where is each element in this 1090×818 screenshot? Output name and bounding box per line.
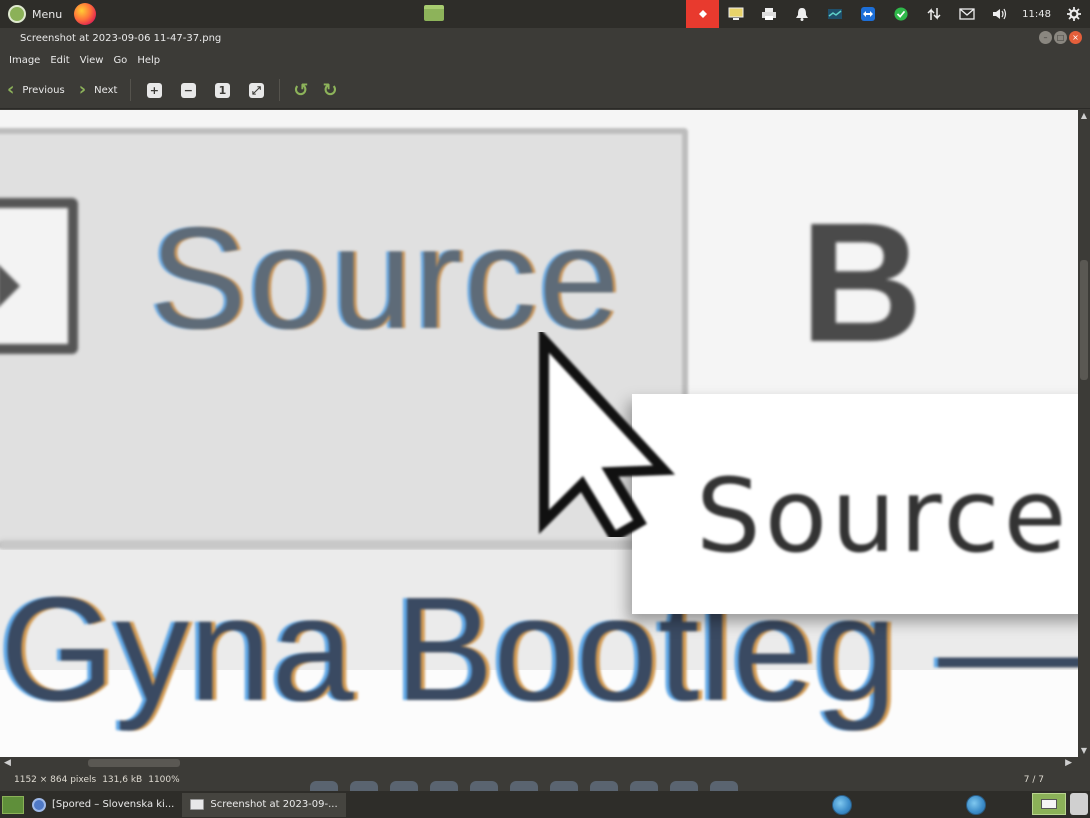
status-dimensions: 1152 × 864 pixels: [14, 775, 97, 785]
window-controls: – □ ×: [1039, 31, 1082, 44]
statusbar: 1152 × 864 pixels 131,6 kB 1100% 7 / 7: [0, 769, 1090, 793]
window-title-bar[interactable]: Screenshot at 2023-09-06 11-47-37.png – …: [0, 28, 1090, 49]
printer-icon[interactable]: [752, 0, 785, 28]
minimize-button[interactable]: –: [1039, 31, 1052, 44]
best-fit-button[interactable]: ⤢: [246, 80, 266, 100]
scroll-up-arrow-icon[interactable]: ▲: [1080, 112, 1088, 120]
image-source-text: Source: [150, 197, 622, 359]
vertical-scroll-thumb[interactable]: [1080, 260, 1088, 380]
firefox-launcher-icon[interactable]: [74, 3, 97, 25]
scroll-right-arrow-icon[interactable]: ▶: [1065, 758, 1072, 768]
teamviewer-icon[interactable]: [851, 0, 884, 28]
menubar: Image Edit View Go Help: [0, 49, 1090, 71]
monitor-graph-icon[interactable]: [818, 0, 851, 28]
mail-envelope-icon[interactable]: [950, 0, 983, 28]
volume-speaker-icon[interactable]: [983, 0, 1016, 28]
menu-edit[interactable]: Edit: [45, 55, 74, 66]
mint-logo-icon: [8, 5, 26, 23]
image-viewer-icon: [190, 799, 205, 810]
menu-help[interactable]: Help: [132, 55, 165, 66]
notifications-bell-icon[interactable]: [785, 0, 818, 28]
mouse-pointer-icon: [539, 332, 676, 537]
menu-view[interactable]: View: [75, 55, 109, 66]
display-icon[interactable]: [719, 0, 752, 28]
network-transfer-icon[interactable]: [917, 0, 950, 28]
toolbar-separator: [130, 79, 132, 101]
main-menu-label: Menu: [32, 7, 63, 21]
status-info: 1152 × 864 pixels 131,6 kB 1100%: [14, 775, 180, 785]
image-source-document-icon: [0, 198, 78, 354]
status-file-size: 131,6 kB: [102, 775, 143, 785]
previous-button[interactable]: ‹ Previous: [0, 75, 72, 105]
taskbar-item-label: [Spored – Slovenska ki...: [52, 799, 175, 810]
zoom-in-icon: +: [146, 82, 162, 98]
zoom-out-icon: −: [180, 82, 196, 98]
network-globe-icon[interactable]: [966, 795, 986, 815]
bottom-panel: [Spored – Slovenska ki... Screenshot at …: [0, 791, 1090, 818]
next-button[interactable]: › Next: [72, 75, 125, 105]
dock-peek: [310, 781, 738, 793]
taskbar-item-browser[interactable]: [Spored – Slovenska ki...: [24, 793, 182, 817]
toolbar: ‹ Previous › Next + − 1 ⤢ ↺ ↻: [0, 72, 1090, 109]
taskbar-item-label: Screenshot at 2023-09-...: [210, 799, 338, 810]
maximize-button[interactable]: □: [1054, 31, 1067, 44]
image-tooltip-text: Source: [696, 457, 1071, 576]
previous-label: Previous: [22, 84, 65, 96]
toolbar-separator-2: [279, 79, 281, 101]
normal-size-button[interactable]: 1: [212, 80, 232, 100]
rotate-left-button[interactable]: ↺: [293, 80, 308, 101]
normal-size-icon: 1: [214, 82, 230, 98]
chevron-right-icon: ›: [78, 79, 87, 100]
image-bold-letter: B: [800, 188, 923, 378]
shutdown-gear-icon[interactable]: [1057, 0, 1090, 28]
network-globe-icon[interactable]: [832, 795, 852, 815]
image-tooltip: Source: [632, 394, 1078, 614]
vertical-scrollbar[interactable]: ▲ ▼: [1078, 110, 1090, 757]
anydesk-icon[interactable]: [686, 0, 720, 28]
main-menu-button[interactable]: Menu: [0, 0, 70, 28]
workspace-icon: [1041, 799, 1057, 809]
chromium-icon: [32, 797, 46, 812]
status-position: 7 / 7: [1023, 775, 1044, 785]
zoom-out-button[interactable]: −: [178, 80, 198, 100]
show-desktop-button[interactable]: [2, 795, 24, 814]
close-button[interactable]: ×: [1069, 31, 1082, 44]
system-tray: 11:48: [686, 0, 1090, 28]
top-panel: Menu 11:48: [0, 0, 1090, 28]
files-launcher-icon[interactable]: [424, 5, 444, 21]
horizontal-scrollbar[interactable]: ◀ ▶: [0, 757, 1078, 769]
scroll-left-arrow-icon[interactable]: ◀: [4, 758, 11, 768]
horizontal-scroll-thumb[interactable]: [88, 759, 180, 767]
menu-go[interactable]: Go: [108, 55, 132, 66]
next-label: Next: [94, 84, 118, 96]
clock[interactable]: 11:48: [1016, 9, 1057, 20]
user-applet-icon[interactable]: [1070, 793, 1088, 815]
image-viewport[interactable]: Source B Gyna Bootleg — Source: [0, 110, 1078, 757]
taskbar-item-image-viewer[interactable]: Screenshot at 2023-09-...: [182, 792, 346, 817]
sync-ok-check-icon[interactable]: [884, 0, 917, 28]
menu-image[interactable]: Image: [4, 55, 45, 66]
window-title: Screenshot at 2023-09-06 11-47-37.png: [20, 33, 222, 44]
rotate-right-button[interactable]: ↻: [323, 80, 338, 101]
best-fit-icon: ⤢: [248, 82, 264, 98]
status-zoom: 1100%: [148, 775, 180, 785]
scroll-down-arrow-icon[interactable]: ▼: [1080, 747, 1088, 755]
zoom-in-button[interactable]: +: [144, 80, 164, 100]
workspace-switcher[interactable]: [1032, 793, 1066, 815]
chevron-left-icon: ‹: [7, 79, 15, 100]
